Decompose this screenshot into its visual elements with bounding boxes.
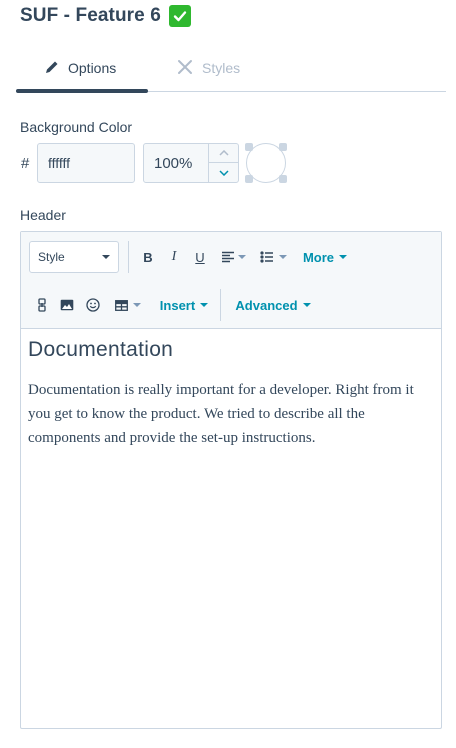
pencil-icon xyxy=(44,59,60,78)
tab-styles[interactable]: Styles xyxy=(176,56,240,80)
chevron-down-icon xyxy=(102,255,110,259)
advanced-label: Advanced xyxy=(235,297,298,313)
insert-dropdown[interactable]: Insert xyxy=(159,295,209,315)
swatch-handle xyxy=(245,175,253,183)
emoji-button[interactable] xyxy=(85,295,101,315)
module-title-text: SUF - Feature 6 xyxy=(20,5,161,26)
italic-button[interactable]: I xyxy=(167,247,181,267)
swatch-handle xyxy=(279,143,287,151)
rich-text-editor: Style B I U More Insert Advanced Documen… xyxy=(20,231,442,729)
bulleted-list-icon xyxy=(259,251,273,263)
chevron-down-icon xyxy=(133,303,141,307)
underline-button[interactable]: U xyxy=(193,247,207,267)
module-title: SUF - Feature 6 xyxy=(20,4,191,28)
hex-color-input[interactable] xyxy=(37,143,135,183)
chevron-up-icon xyxy=(218,150,229,156)
more-dropdown[interactable]: More xyxy=(301,247,349,267)
chevron-down-icon xyxy=(200,303,209,307)
list-dropdown[interactable] xyxy=(257,247,289,267)
chevron-down-icon xyxy=(218,169,229,176)
link-icon xyxy=(38,298,46,312)
background-color-label: Background Color xyxy=(20,119,133,135)
image-icon xyxy=(60,299,74,311)
chevron-down-icon xyxy=(302,303,311,307)
insert-label: Insert xyxy=(159,297,196,313)
brush-icon xyxy=(176,58,194,79)
content-paragraph: Documentation is really important for a … xyxy=(28,382,414,446)
swatch-handle xyxy=(245,143,253,151)
tab-styles-label: Styles xyxy=(202,60,241,76)
bold-button[interactable]: B xyxy=(141,247,155,267)
style-dropdown-label: Style xyxy=(38,250,65,264)
tab-bar: Options Styles xyxy=(16,50,446,93)
advanced-dropdown[interactable]: Advanced xyxy=(234,295,312,315)
smiley-icon xyxy=(86,298,100,312)
editor-content[interactable]: Documentation Documentation is really im… xyxy=(28,338,438,450)
decrement-button[interactable] xyxy=(209,163,238,182)
align-left-icon xyxy=(221,251,234,263)
header-label: Header xyxy=(20,207,66,223)
table-icon xyxy=(115,299,128,311)
link-button[interactable] xyxy=(35,295,49,315)
toolbar-divider xyxy=(220,289,221,321)
table-dropdown[interactable] xyxy=(113,295,143,315)
tab-options[interactable]: Options xyxy=(44,56,116,80)
toolbar-divider xyxy=(128,241,129,273)
opacity-input[interactable] xyxy=(144,144,208,182)
editor-toolbar: Style B I U More Insert Advanced xyxy=(21,232,441,329)
swatch-handle xyxy=(279,175,287,183)
hex-prefix: # xyxy=(21,155,30,172)
image-button[interactable] xyxy=(59,295,75,315)
opacity-stepper xyxy=(208,144,238,182)
chevron-down-icon xyxy=(278,255,287,259)
style-dropdown[interactable]: Style xyxy=(29,241,119,273)
align-dropdown[interactable] xyxy=(219,247,247,267)
tab-options-label: Options xyxy=(68,60,117,76)
more-label: More xyxy=(302,249,335,265)
chevron-down-icon xyxy=(339,255,348,259)
check-mark-icon xyxy=(168,5,191,27)
color-swatch[interactable] xyxy=(245,143,287,183)
active-tab-indicator xyxy=(16,89,148,93)
chevron-down-icon xyxy=(237,255,246,259)
opacity-field xyxy=(143,143,239,183)
content-heading: Documentation xyxy=(28,338,174,361)
increment-button[interactable] xyxy=(209,144,238,163)
